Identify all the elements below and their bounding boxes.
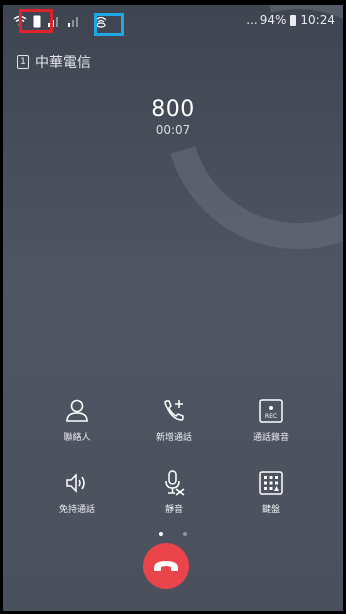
- battery-percent: 94%: [259, 13, 287, 27]
- status-icons-right: ... 94% 10:24: [246, 13, 335, 27]
- contacts-label: 聯絡人: [63, 433, 91, 443]
- highlight-box-red: [19, 9, 53, 33]
- status-bar: ... 94% 10:24: [3, 5, 343, 36]
- page-dot-2[interactable]: [182, 532, 187, 536]
- contacts-button[interactable]: 聯絡人: [37, 397, 117, 443]
- battery-icon: [290, 14, 297, 26]
- add-call-button[interactable]: 新增通話: [134, 397, 214, 443]
- page-dot-1[interactable]: [159, 532, 164, 536]
- end-call-icon: [154, 561, 178, 571]
- record-call-label: 通話錄音: [252, 433, 289, 443]
- page-indicator: [3, 521, 343, 540]
- record-call-button[interactable]: REC 通話錄音: [231, 397, 311, 443]
- signal-strength-icon: [68, 17, 78, 27]
- speaker-icon: [66, 473, 85, 493]
- speaker-button[interactable]: 免持通話: [37, 469, 117, 515]
- add-call-icon: [164, 400, 184, 421]
- highlight-box-blue: [94, 13, 124, 36]
- in-call-screen: ... 94% 10:24 1 中華電信 800 00:07 聯絡人 新增通話 …: [3, 5, 343, 611]
- keypad-button[interactable]: 鍵盤: [231, 469, 311, 515]
- record-icon: REC: [259, 399, 283, 423]
- mute-label: 靜音: [164, 505, 183, 515]
- keypad-icon: [259, 471, 283, 495]
- mute-button[interactable]: 靜音: [134, 469, 214, 515]
- add-call-label: 新增通話: [155, 433, 192, 443]
- carrier-info: 1 中華電信: [17, 52, 91, 72]
- record-icon-text: REC: [265, 413, 277, 420]
- carrier-name: 中華電信: [35, 55, 91, 71]
- speaker-label: 免持通話: [58, 505, 95, 515]
- end-call-button[interactable]: [143, 543, 189, 589]
- call-duration: 00:07: [155, 123, 191, 137]
- person-icon: [66, 399, 88, 422]
- mute-mic-icon: [165, 470, 185, 496]
- clock: 10:24: [300, 13, 335, 27]
- more-indicator: ...: [246, 13, 258, 27]
- keypad-label: 鍵盤: [261, 505, 280, 515]
- caller-number: 800: [151, 97, 195, 122]
- sim-slot-icon: 1: [17, 55, 29, 69]
